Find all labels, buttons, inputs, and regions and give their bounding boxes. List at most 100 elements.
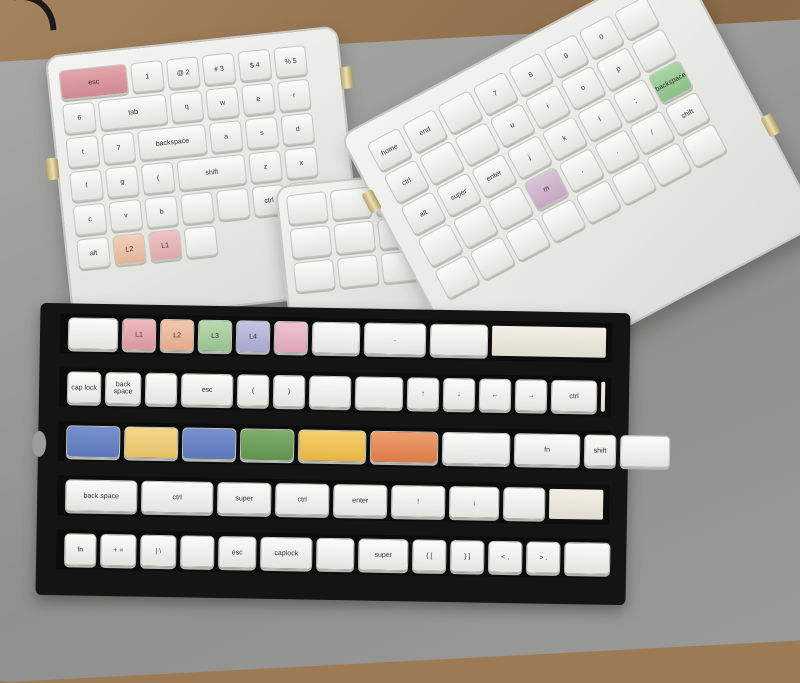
keycap: ← — [478, 378, 512, 412]
keycap — [123, 426, 179, 460]
keycap — [563, 542, 611, 575]
keycap: } ] — [449, 540, 485, 573]
keycap — [441, 431, 511, 466]
keycap: L3 — [197, 319, 233, 353]
keycap: ! — [390, 485, 446, 518]
keycap: @ 2 — [165, 56, 201, 90]
keycap: 6 — [61, 101, 97, 135]
keycap — [285, 191, 329, 226]
keycap: shift — [583, 434, 617, 467]
keycap: ctrl — [140, 480, 214, 514]
keycap: L2 — [111, 232, 147, 266]
keycap: ctrl — [550, 379, 598, 413]
keycap: esc — [58, 63, 130, 101]
keycap: ↓ — [442, 377, 476, 411]
keycap: tab — [97, 93, 169, 131]
keycap — [369, 430, 439, 464]
tray-row: fn shift — [57, 421, 675, 471]
keycap: z — [248, 150, 283, 184]
keycap: { [ — [411, 539, 447, 572]
keycap: alt — [76, 236, 112, 270]
keycap: < , — [487, 540, 523, 574]
keycap: super — [216, 481, 272, 515]
keycap — [308, 375, 352, 409]
keycap: ( — [236, 374, 270, 407]
keycap: t — [65, 135, 101, 169]
keycap: back space — [64, 479, 138, 513]
keycap: | \ — [140, 534, 177, 568]
keycap: q — [169, 89, 205, 124]
keycap: + = — [100, 533, 137, 567]
keycap: fn — [513, 433, 581, 467]
keycap: → — [514, 379, 548, 412]
keycap: % 5 — [273, 44, 309, 79]
keycap — [292, 258, 336, 293]
keycap — [179, 191, 215, 225]
keycap: x — [283, 146, 319, 180]
keycap: shift — [176, 153, 248, 191]
keycap — [273, 320, 309, 354]
keycap-tray: L1 L2 L3 L4. cap lock back space esc() ↑ ↓ ← → ctr… — [31, 302, 675, 606]
keycap: ( — [140, 161, 176, 195]
keycap — [289, 224, 333, 259]
tenting-knob — [339, 66, 354, 90]
keycap — [502, 486, 546, 520]
keycap: L1 — [147, 228, 183, 263]
keycap — [179, 535, 215, 568]
keycap: v — [108, 198, 144, 233]
keycap: ↑ — [406, 377, 440, 410]
tray-foam-strip — [613, 543, 615, 574]
keycap: r — [276, 78, 312, 112]
tray-row: L1 L2 L3 L4. — [59, 313, 613, 363]
photo-scene: esc 1 @ 2 # 3 $ 4% 5 6 tab q w e r t 7 backspace a s d f g… — [0, 0, 800, 683]
keycap: enter — [332, 484, 388, 517]
keycap — [429, 323, 489, 357]
keycap: ) — [272, 374, 306, 408]
keycap — [619, 435, 671, 468]
keycap — [311, 321, 361, 355]
keycap: b — [144, 195, 180, 229]
keycap: f — [69, 168, 104, 203]
keycap: w — [205, 86, 241, 120]
keycap — [239, 428, 295, 462]
keycap: s — [244, 116, 280, 150]
keycap: ¡ — [448, 486, 500, 519]
keycap: > . — [525, 541, 561, 574]
keycap: 1 — [129, 59, 165, 94]
tray-row: cap lock back space esc() ↑ ↓ ← → ctrl — [58, 367, 612, 417]
tray-foam-strip — [600, 381, 606, 412]
tray-row: fn + = | \ esc caplock super{ [} ] < , > . — [55, 529, 615, 579]
tenting-knob — [45, 157, 60, 181]
keycap: e — [240, 82, 276, 116]
keycap — [297, 429, 367, 463]
keycap: esc — [180, 373, 234, 407]
keycap: L2 — [159, 318, 195, 352]
keycap: super — [357, 538, 409, 572]
keycap — [215, 187, 251, 221]
tray-notch — [31, 430, 47, 457]
keycap — [183, 225, 219, 259]
keycap: ctrl — [274, 483, 330, 516]
keycap: $ 4 — [237, 48, 273, 82]
keycap: back space — [104, 372, 142, 405]
keycap — [144, 372, 178, 406]
keycap — [333, 220, 377, 255]
keycap: fn — [64, 533, 97, 566]
keycap: c — [72, 202, 108, 236]
keycap: L4 — [235, 320, 271, 353]
keycap: . — [363, 322, 427, 356]
keycap: a — [208, 119, 244, 154]
keycap: cap lock — [66, 371, 102, 404]
keycap: 7 — [101, 131, 137, 165]
keycap: esc — [217, 536, 257, 569]
keycap — [67, 317, 119, 351]
keycap: L1 — [121, 318, 157, 351]
keycap: backspace — [137, 123, 208, 161]
keycap: d — [280, 112, 316, 146]
keycap: caplock — [259, 536, 313, 570]
tray-foam-strip — [491, 325, 607, 358]
keycap — [336, 254, 380, 289]
tray-row: back space ctrl super ctrl enter! ¡ — [56, 475, 610, 525]
keycap — [315, 537, 355, 571]
keycap — [354, 376, 404, 410]
